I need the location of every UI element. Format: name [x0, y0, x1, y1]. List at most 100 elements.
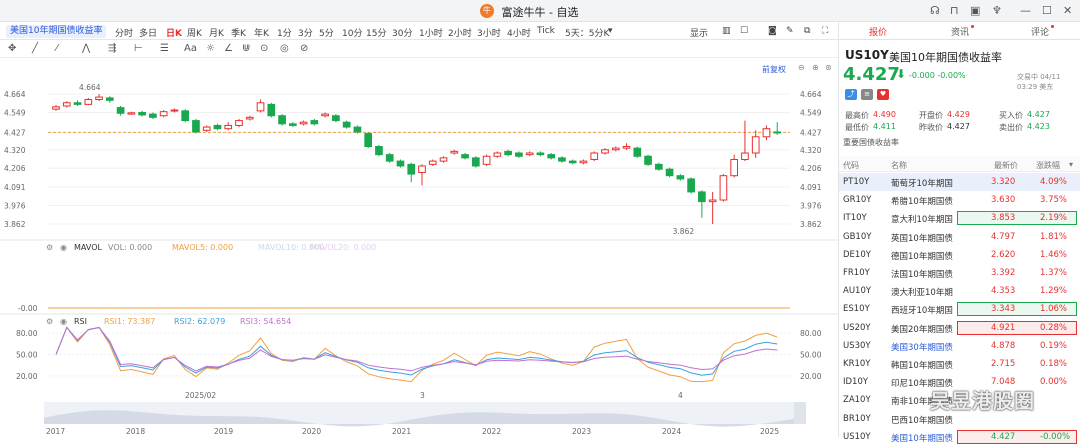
rsi-line-rsi3	[55, 326, 778, 372]
eye-tool-icon[interactable]: ◎	[280, 43, 289, 54]
timeframe-13[interactable]: 1小时	[419, 26, 443, 39]
favorite-icon[interactable]: ♥	[877, 89, 889, 100]
window-title: 富途牛牛 - 自选	[501, 6, 579, 19]
tab-quote[interactable]: 报价	[869, 25, 887, 38]
rsi-name[interactable]: RSI	[74, 317, 87, 326]
crosshair-icon[interactable]: ✥	[8, 43, 16, 54]
angle-tool-icon[interactable]: ∠	[224, 43, 233, 54]
timeframe-1[interactable]: 多日	[139, 26, 157, 39]
ray-tool-icon[interactable]: ⁄	[56, 43, 58, 54]
magnet-tool-icon[interactable]: ⋓	[242, 43, 250, 54]
rsi-settings-icon[interactable]: ⚙	[46, 317, 53, 326]
timeframe-10[interactable]: 10分	[342, 26, 362, 39]
row-change: 1.37%	[1040, 268, 1068, 278]
sort-icon[interactable]: ▾	[1069, 160, 1073, 169]
timeframe-17[interactable]: Tick	[537, 26, 555, 36]
symbol-code: US10Y	[845, 48, 889, 62]
shirt-icon[interactable]: ♆	[992, 4, 1002, 17]
mavol-name[interactable]: MAVOL	[74, 243, 102, 252]
timeframe-15[interactable]: 3小时	[477, 26, 501, 39]
price-tick-left: 4.427	[4, 128, 26, 137]
timeframe-16[interactable]: 4小时	[507, 26, 531, 39]
table-row[interactable]: US20Y 美国20年期国债 4.921 0.28%	[839, 319, 1080, 337]
line-tool-icon[interactable]: ╱	[32, 43, 38, 54]
share-icon[interactable]: ⤴	[845, 89, 857, 100]
table-row[interactable]: IT10Y 意大利10年期国 3.853 2.19%	[839, 209, 1080, 227]
settings-icon[interactable]: ⊛	[825, 63, 832, 72]
rsi-eye-icon[interactable]: ◉	[60, 317, 67, 326]
timeframe-14[interactable]: 2小时	[448, 26, 472, 39]
channel-tool-icon[interactable]: ⇶	[108, 43, 116, 54]
timeframe-9[interactable]: 5分	[319, 26, 334, 39]
zigzag-tool-icon[interactable]: ⋀	[82, 43, 90, 54]
candle-body	[278, 115, 286, 125]
table-row[interactable]: PT10Y 葡萄牙10年期国 3.320 4.09%	[839, 173, 1080, 191]
fullscreen-icon[interactable]: ⛶	[822, 26, 828, 36]
table-row[interactable]: AU10Y 澳大利亚10年期 4.353 1.29%	[839, 282, 1080, 300]
square-icon[interactable]: ☐	[740, 26, 748, 36]
pen-icon[interactable]: ✎	[786, 26, 794, 36]
tab-quote-label: 报价	[869, 28, 888, 38]
col-name[interactable]: 名称	[891, 160, 907, 171]
table-row[interactable]: GR10Y 希腊10年期国债 3.630 3.75%	[839, 191, 1080, 209]
timeframe-12[interactable]: 30分	[392, 26, 412, 39]
low-label: 3.862	[673, 227, 695, 236]
timeframe-3[interactable]: 周K	[187, 26, 202, 39]
table-row[interactable]: FR10Y 法国10年期国债 3.392 1.37%	[839, 264, 1080, 282]
text-tool-icon[interactable]: Aa	[184, 43, 197, 54]
zoom-in-icon[interactable]: ⊕	[812, 63, 819, 72]
close-icon[interactable]: ✕	[1063, 4, 1072, 17]
minimize-icon[interactable]: —	[1020, 4, 1031, 17]
timeframe-2[interactable]: 日K	[166, 26, 182, 39]
delete-tool-icon[interactable]: ⊘	[300, 43, 308, 54]
note-icon[interactable]: ≡	[861, 89, 873, 100]
timeframe-dropdown-icon[interactable]: ▾	[608, 26, 613, 36]
chart-area[interactable]: 4.664 4.664 4.549 4.549 4.427 4.427 4.320 4.320…	[0, 58, 838, 437]
table-row[interactable]: DE10Y 德国10年期国债 2.620 1.46%	[839, 246, 1080, 264]
timeframe-18[interactable]: 5天：5分K	[565, 26, 609, 39]
mavol-settings-icon[interactable]: ⚙	[46, 243, 53, 252]
maximize-icon[interactable]: ☐	[1042, 4, 1052, 17]
timeframe-4[interactable]: 月K	[209, 26, 224, 39]
fq-label[interactable]: 前复权	[762, 64, 786, 75]
tab-news[interactable]: 资讯	[951, 25, 975, 38]
tab-us10y[interactable]: 美国10年期国债收益率	[6, 25, 107, 38]
timeframe-7[interactable]: 1分	[277, 26, 292, 39]
tab-comments[interactable]: 评论	[1031, 25, 1055, 38]
display-button[interactable]: 显示	[690, 26, 708, 39]
price-tick-right: 3.976	[800, 202, 822, 211]
month-label: 2025/02	[185, 391, 216, 400]
table-row[interactable]: US30Y 美国30年期国债 4.878 0.19%	[839, 337, 1080, 355]
candle-body	[708, 199, 717, 203]
rsi-tick-right: 50.00	[800, 351, 822, 360]
lock-icon[interactable]: ⊓	[950, 4, 959, 17]
timeframe-0[interactable]: 分时	[115, 26, 133, 39]
timeframe-5[interactable]: 季K	[231, 26, 246, 39]
gift-icon[interactable]: ▣	[970, 4, 980, 17]
high-label: 4.664	[79, 83, 101, 92]
candle-body	[471, 157, 480, 167]
year-label: 2018	[126, 427, 145, 436]
mavol-mavol5: MAVOL5: 0.000	[172, 243, 234, 252]
mavol-eye-icon[interactable]: ◉	[60, 243, 67, 252]
col-price[interactable]: 最新价	[994, 160, 1018, 171]
table-row[interactable]: KR10Y 韩国10年期国债 2.715 0.18%	[839, 355, 1080, 373]
col-code[interactable]: 代码	[843, 160, 859, 171]
headset-icon[interactable]: ☊	[930, 4, 940, 17]
lock-tool-icon[interactable]: ⊙	[260, 43, 268, 54]
table-row[interactable]: ES10Y 西班牙10年期国 3.343 1.06%	[839, 300, 1080, 318]
copy-icon[interactable]: ⧉	[804, 26, 810, 36]
row-price: 3.392	[991, 268, 1016, 278]
col-change[interactable]: 涨跌幅	[1036, 160, 1060, 171]
timeframe-6[interactable]: 年K	[254, 26, 269, 39]
camera-icon[interactable]: ◙	[768, 26, 777, 36]
layout-icon[interactable]: ▥	[722, 26, 731, 36]
measure-tool-icon[interactable]: ⊢	[134, 43, 143, 54]
table-row[interactable]: GB10Y 英国10年期国债 4.797 1.81%	[839, 228, 1080, 246]
fib-tool-icon[interactable]: ☰	[160, 43, 169, 54]
timeframe-11[interactable]: 15分	[366, 26, 386, 39]
candle-body	[224, 124, 233, 130]
timeframe-8[interactable]: 3分	[298, 26, 313, 39]
brush-tool-icon[interactable]: ☼	[206, 43, 215, 54]
zoom-out-icon[interactable]: ⊖	[798, 63, 805, 72]
